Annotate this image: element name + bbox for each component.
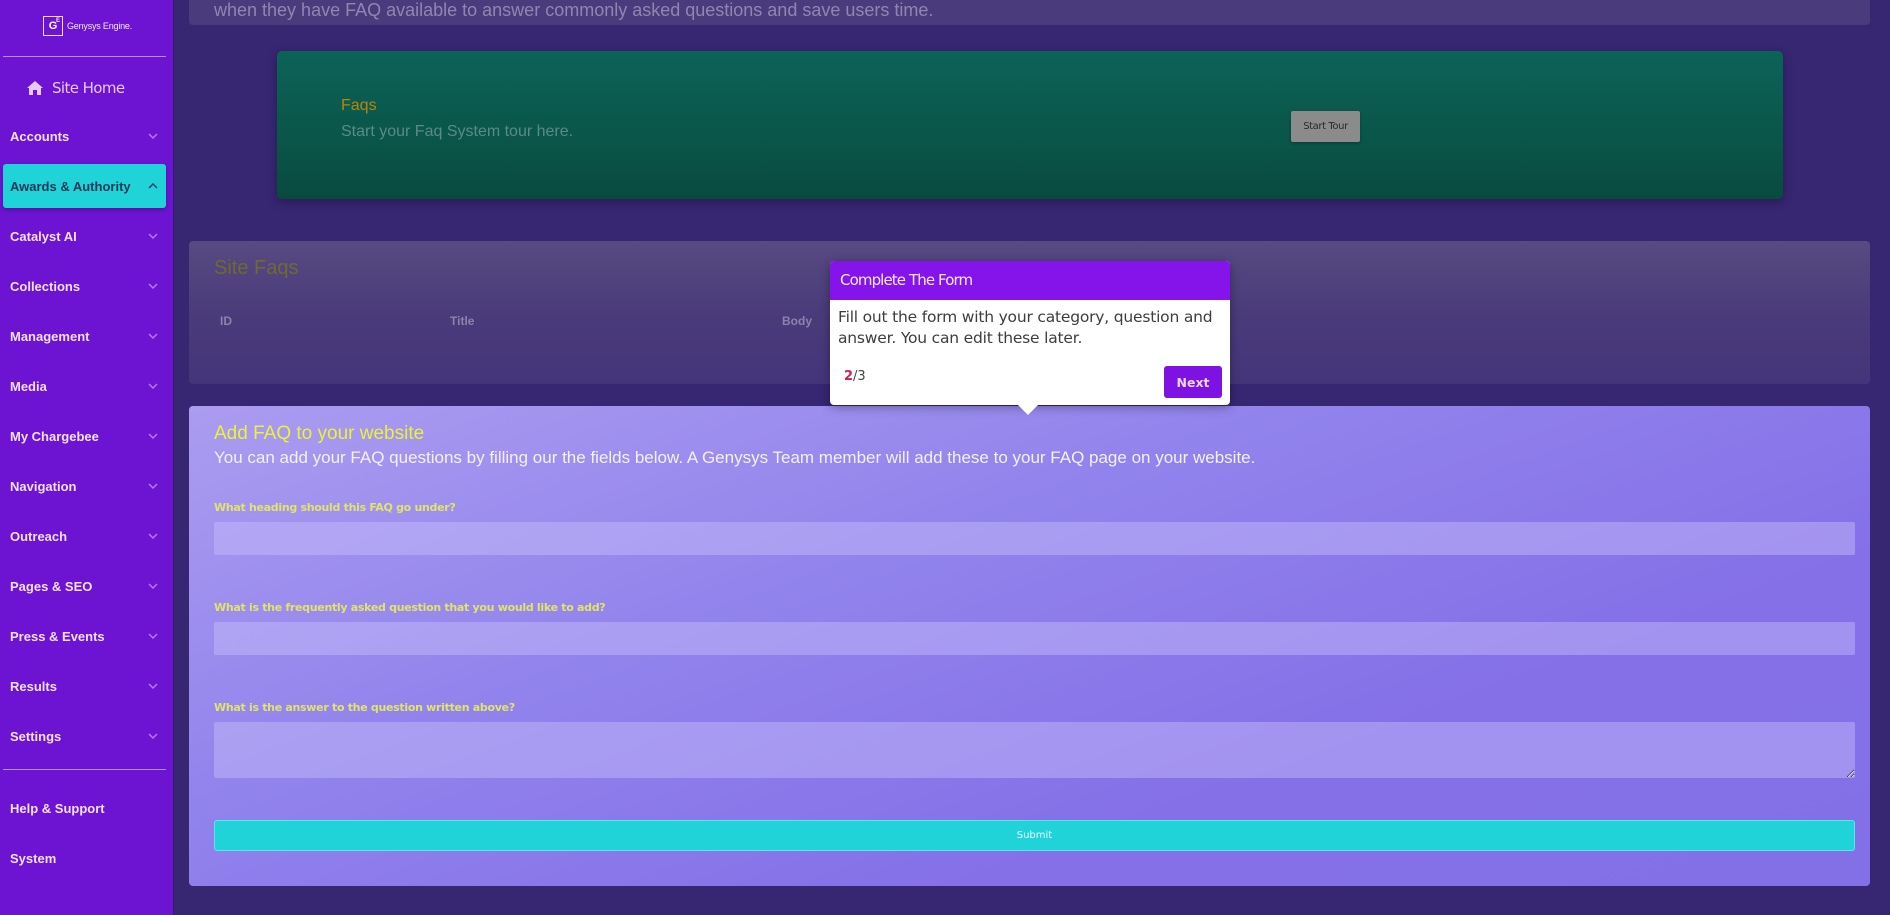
- form-title: Add FAQ to your website: [214, 423, 425, 444]
- chevron-down-icon: [148, 433, 158, 439]
- sidebar-item-my-chargebee[interactable]: My Chargebee: [3, 414, 166, 458]
- sidebar-item-label: Accounts: [10, 128, 70, 144]
- tour-banner-subtitle: Start your Faq System tour here.: [341, 123, 574, 140]
- sidebar-item-label: Catalyst AI: [10, 228, 77, 244]
- site-home-label: Site Home: [52, 79, 125, 97]
- sidebar-item-label: Press & Events: [10, 628, 105, 644]
- sidebar-item-navigation[interactable]: Navigation: [3, 464, 166, 508]
- sidebar-item-label: Awards & Authority: [10, 178, 131, 194]
- sidebar-item-help-support[interactable]: Help & Support: [3, 786, 166, 830]
- column-header-body[interactable]: Body: [782, 314, 812, 328]
- sidebar: G E Genysys Engine. Site Home Accounts A…: [0, 0, 174, 915]
- logo-mark: G E: [43, 16, 63, 36]
- question-field-label: What is the frequently asked question th…: [214, 601, 606, 614]
- sidebar-item-management[interactable]: Management: [3, 314, 166, 358]
- chevron-down-icon: [148, 533, 158, 539]
- sidebar-item-label: Results: [10, 678, 57, 694]
- answer-field[interactable]: [214, 722, 1855, 778]
- chevron-down-icon: [148, 483, 158, 489]
- chevron-down-icon: [148, 583, 158, 589]
- sidebar-item-system[interactable]: System: [3, 836, 166, 880]
- sidebar-item-label: Help & Support: [10, 800, 105, 816]
- sidebar-item-label: Collections: [10, 278, 81, 294]
- sidebar-item-label: System: [10, 850, 57, 866]
- sidebar-item-label: Media: [10, 378, 47, 394]
- popover-step-current: 2: [844, 369, 854, 384]
- add-faq-form: Add FAQ to your website You can add your…: [189, 406, 1870, 886]
- chevron-up-icon: [148, 183, 158, 189]
- sidebar-item-collections[interactable]: Collections: [3, 264, 166, 308]
- question-field[interactable]: [214, 622, 1855, 655]
- sidebar-item-label: Outreach: [10, 528, 68, 544]
- sidebar-item-label: Navigation: [10, 478, 77, 494]
- sidebar-item-label: Settings: [10, 728, 62, 744]
- start-tour-button[interactable]: Start Tour: [1291, 111, 1360, 142]
- chevron-down-icon: [148, 233, 158, 239]
- heading-field-label: What heading should this FAQ go under?: [214, 501, 456, 514]
- tour-banner-title: Faqs: [341, 97, 377, 114]
- chevron-down-icon: [148, 333, 158, 339]
- chevron-down-icon: [148, 733, 158, 739]
- logo[interactable]: G E Genysys Engine.: [43, 16, 132, 36]
- intro-text: when they have FAQ available to answer c…: [214, 0, 934, 20]
- sidebar-divider: [3, 769, 166, 770]
- sidebar-divider: [3, 56, 166, 57]
- chevron-down-icon: [148, 133, 158, 139]
- chevron-down-icon: [148, 633, 158, 639]
- popover-body: Fill out the form with your category, qu…: [838, 308, 1213, 347]
- next-button[interactable]: Next: [1164, 366, 1222, 398]
- form-subtitle: You can add your FAQ questions by fillin…: [214, 448, 1256, 467]
- sidebar-item-results[interactable]: Results: [3, 664, 166, 708]
- sidebar-item-press-events[interactable]: Press & Events: [3, 614, 166, 658]
- sidebar-item-label: My Chargebee: [10, 428, 99, 444]
- sidebar-item-settings[interactable]: Settings: [3, 714, 166, 758]
- sidebar-item-awards-authority[interactable]: Awards & Authority: [3, 164, 166, 208]
- tour-popover: Complete The Form Fill out the form with…: [830, 261, 1230, 415]
- sidebar-item-label: Management: [10, 328, 90, 344]
- popover-arrow: [1018, 405, 1038, 415]
- answer-field-label: What is the answer to the question writt…: [214, 701, 515, 714]
- heading-field[interactable]: [214, 522, 1855, 555]
- chevron-down-icon: [148, 683, 158, 689]
- popover-title: Complete The Form: [830, 261, 1230, 300]
- site-faqs-title: Site Faqs: [214, 257, 299, 279]
- home-icon: [27, 81, 43, 95]
- column-header-id[interactable]: ID: [220, 314, 232, 328]
- popover-step-counter: 2/3: [844, 369, 866, 384]
- tour-banner: Faqs Start your Faq System tour here. St…: [277, 51, 1783, 199]
- sidebar-item-media[interactable]: Media: [3, 364, 166, 408]
- logo-text: Genysys Engine.: [67, 21, 133, 31]
- sidebar-item-outreach[interactable]: Outreach: [3, 514, 166, 558]
- sidebar-item-accounts[interactable]: Accounts: [3, 114, 166, 158]
- sidebar-item-label: Pages & SEO: [10, 578, 93, 594]
- sidebar-item-pages-seo[interactable]: Pages & SEO: [3, 564, 166, 608]
- chevron-down-icon: [148, 283, 158, 289]
- logo-sup: E: [55, 18, 60, 24]
- column-header-title[interactable]: Title: [450, 314, 474, 328]
- submit-button[interactable]: Submit: [214, 820, 1855, 851]
- sidebar-item-site-home[interactable]: Site Home: [27, 79, 125, 97]
- sidebar-item-catalyst-ai[interactable]: Catalyst AI: [3, 214, 166, 258]
- popover-step-total: /3: [853, 369, 866, 384]
- chevron-down-icon: [148, 383, 158, 389]
